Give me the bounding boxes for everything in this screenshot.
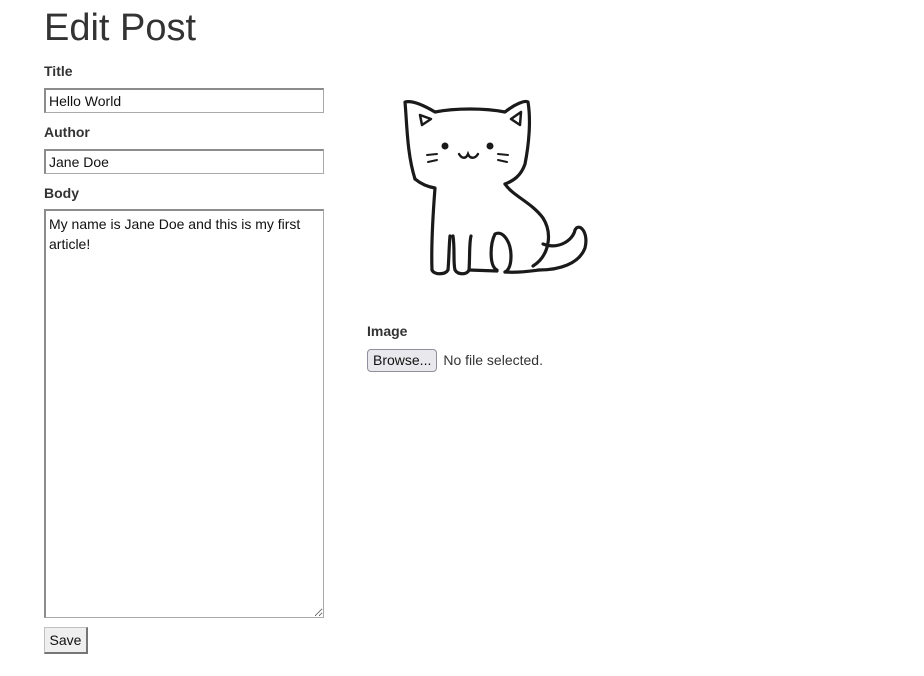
file-input[interactable]: Browse... No file selected. — [367, 348, 543, 372]
author-label: Author — [44, 124, 90, 140]
browse-button[interactable]: Browse... — [367, 348, 438, 372]
title-input[interactable] — [44, 88, 324, 113]
body-label: Body — [44, 185, 79, 201]
cat-illustration-icon — [403, 99, 588, 276]
title-label: Title — [44, 63, 73, 79]
body-textarea[interactable]: My name is Jane Doe and this is my first… — [44, 209, 324, 618]
page-title: Edit Post — [44, 7, 197, 49]
file-status-text: No file selected. — [443, 352, 543, 368]
image-label: Image — [367, 323, 408, 339]
post-image-preview — [393, 84, 603, 314]
author-input[interactable] — [44, 149, 324, 174]
save-button[interactable]: Save — [44, 627, 88, 654]
